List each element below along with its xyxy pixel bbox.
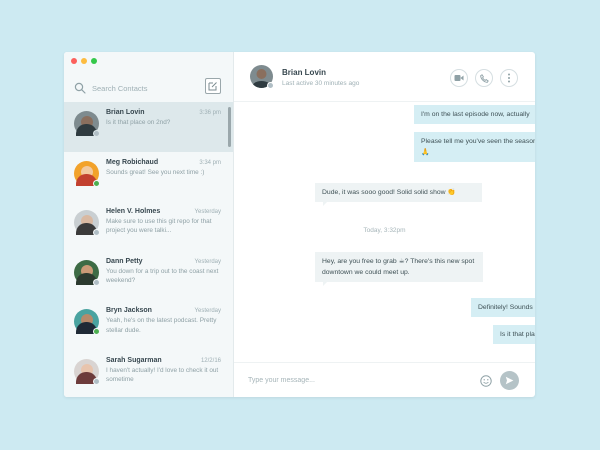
search-icon — [74, 82, 86, 94]
contact-name: Dann Petty — [106, 257, 143, 265]
message-composer — [234, 362, 535, 397]
message-bubble-incoming: Hey, are you free to grab ☕? There's thi… — [315, 252, 483, 286]
conversation-header: Brian Lovin Last active 30 minutes ago — [234, 52, 535, 102]
contact-time: Yesterday — [194, 258, 221, 265]
message-bubble-incoming: Dude, it was sooo good! Solid solid show… — [315, 183, 482, 206]
contact-time: Yesterday — [194, 209, 221, 216]
contact-preview: I haven't actually! I'd love to check it… — [106, 366, 219, 384]
contact-preview: Sounds great! See you next time :) — [106, 168, 205, 176]
search-input[interactable] — [92, 83, 202, 93]
compose-button[interactable] — [205, 78, 221, 94]
avatar — [74, 309, 100, 336]
contact-preview: You down for a trip out to the coast nex… — [106, 267, 219, 285]
conversation-avatar[interactable] — [250, 65, 274, 89]
more-icon — [508, 73, 510, 83]
message-bubble-outgoing: I'm on the last episode now, actually — [414, 105, 535, 124]
compose-icon — [208, 82, 217, 91]
last-active-text: Last active 30 minutes ago — [282, 80, 360, 87]
contact-name: Helen V. Holmes — [106, 208, 161, 216]
contact-name: Meg Robichaud — [106, 158, 159, 166]
voice-call-button[interactable] — [475, 69, 493, 87]
status-indicator — [93, 328, 100, 336]
status-indicator — [93, 179, 100, 187]
message-input[interactable] — [248, 376, 468, 384]
window-controls — [71, 58, 97, 64]
contact-list-item[interactable]: Meg Robichaud 3:34 pm Sounds great! See … — [64, 152, 233, 202]
minimize-window-button[interactable] — [81, 58, 87, 64]
contact-preview: Yeah, he's on the latest podcast. Pretty… — [106, 317, 217, 334]
contact-name: Bryn Jackson — [106, 307, 152, 315]
contact-list-item[interactable]: Dann Petty Yesterday You down for a trip… — [64, 251, 233, 301]
contact-time: Yesterday — [194, 308, 221, 315]
video-call-button[interactable] — [450, 69, 468, 87]
avatar — [74, 259, 100, 286]
send-icon — [505, 376, 514, 385]
send-button[interactable] — [500, 371, 519, 390]
contact-name: Brian Lovin — [106, 109, 145, 116]
search-bar — [64, 74, 233, 102]
conversation-title: Brian Lovin — [282, 68, 327, 77]
contact-time: 3:34 pm — [199, 159, 221, 166]
message-bubble-outgoing: Is it that place on 2nd? — [493, 325, 535, 344]
conversation-panel: Brian Lovin Last active 30 minutes ago I… — [234, 52, 535, 397]
contact-preview: Is it that place on 2nd? — [106, 119, 171, 126]
video-icon — [454, 75, 464, 81]
avatar — [74, 358, 100, 385]
avatar — [74, 210, 100, 237]
avatar — [74, 111, 100, 137]
contact-list-item[interactable]: Brian Lovin 3:36 pm Is it that place on … — [64, 102, 233, 152]
message-bubble-outgoing: Definitely! Sounds like a plan. — [471, 298, 535, 317]
message-bubble-outgoing: Please tell me you've seen the season fi… — [414, 132, 535, 162]
conversation-timestamp: Today, 3:32pm — [363, 227, 406, 234]
contact-time: 12/2/16 — [200, 357, 221, 364]
sidebar: Brian Lovin 3:36 pm Is it that place on … — [64, 52, 234, 397]
chat-window: Brian Lovin 3:36 pm Is it that place on … — [64, 52, 535, 397]
contact-list: Brian Lovin 3:36 pm Is it that place on … — [64, 102, 233, 397]
status-indicator — [93, 377, 100, 385]
phone-icon — [479, 73, 489, 83]
more-options-button[interactable] — [500, 69, 518, 87]
contact-preview: Make sure to use this git repo for that … — [106, 218, 212, 235]
contact-name: Sarah Sugarman — [106, 356, 162, 364]
maximize-window-button[interactable] — [91, 58, 97, 64]
status-indicator — [93, 130, 100, 137]
contact-time: 3:36 pm — [199, 110, 221, 116]
status-indicator — [93, 278, 100, 286]
status-indicator — [267, 82, 274, 89]
status-indicator — [93, 229, 100, 237]
avatar — [74, 160, 100, 187]
emoji-icon[interactable] — [480, 375, 492, 387]
close-window-button[interactable] — [71, 58, 77, 64]
contact-list-item[interactable]: Helen V. Holmes Yesterday Make sure to u… — [64, 201, 233, 251]
contact-list-item[interactable]: Bryn Jackson Yesterday Yeah, he's on the… — [64, 300, 233, 350]
contact-list-item[interactable]: Sarah Sugarman 12/2/16 I haven't actuall… — [64, 350, 233, 397]
contact-list-scrollbar[interactable] — [228, 107, 231, 147]
